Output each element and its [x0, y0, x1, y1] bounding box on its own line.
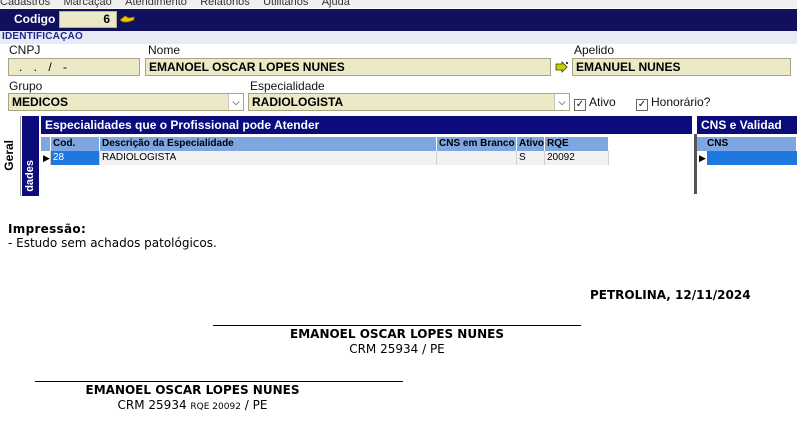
cell-rqe[interactable]: 20092	[545, 151, 609, 165]
rqe-number: RQE 20092	[190, 402, 241, 412]
search-hand-icon[interactable]	[119, 14, 135, 27]
cell-cns[interactable]	[707, 151, 797, 165]
impressao-text: - Estudo sem achados patológicos.	[8, 236, 217, 250]
apelido-field[interactable]: EMANUEL NUNES	[572, 58, 791, 76]
tab-geral[interactable]: Geral	[2, 140, 16, 171]
especialidade-select[interactable]: RADIOLOGISTA ⌵	[248, 93, 570, 111]
grid-title: Especialidades que o Profissional pode A…	[41, 116, 692, 134]
checkmark-icon: ✓	[574, 99, 586, 111]
cnpj-label: CNPJ	[9, 43, 41, 57]
nome-field[interactable]: EMANOEL OSCAR LOPES NUNES	[145, 58, 551, 76]
honorario-checkbox[interactable]: ✓ Honorário?	[636, 95, 710, 111]
menu-ajuda[interactable]: Ajuda	[322, 0, 350, 8]
cnpj-field[interactable]: . . / -	[8, 58, 140, 76]
menu-atendimento[interactable]: Atendimento	[125, 0, 187, 8]
cell-ativo[interactable]: S	[517, 151, 545, 165]
impressao-title: Impressão:	[8, 222, 87, 236]
cell-cod-esp[interactable]: 28	[51, 151, 100, 165]
tab-especialidades[interactable]: dades	[22, 116, 39, 196]
grupo-label: Grupo	[9, 79, 43, 93]
grid-indicator-col	[41, 137, 51, 151]
menu-relatorios[interactable]: Relatórios	[200, 0, 250, 8]
chevron-down-icon[interactable]: ⌵	[228, 94, 243, 110]
signature-crm-2: CRM 25934 RQE 20092 / PE	[35, 398, 350, 412]
cell-cns-branco[interactable]	[437, 151, 517, 165]
col-cod-esp[interactable]: Cod. Esp.	[51, 137, 100, 163]
signature-name-2: EMANOEL OSCAR LOPES NUNES	[85, 383, 300, 397]
row-pointer-icon: ▶	[699, 153, 706, 163]
row-indicator: ▶	[41, 151, 51, 165]
cns-row-indicator: ▶	[697, 151, 707, 165]
col-cns[interactable]: CNS	[697, 137, 797, 151]
col-ativo[interactable]: Ativo	[517, 137, 545, 151]
col-descricao[interactable]: Descrição da Especialidade	[100, 137, 437, 151]
signature-line-2	[35, 381, 403, 382]
menu-cadastros[interactable]: Cadastros	[0, 0, 50, 8]
signature-line-1	[213, 325, 581, 326]
menu-utilitarios[interactable]: Utilitários	[263, 0, 308, 8]
grupo-select[interactable]: MEDICOS ⌵	[8, 93, 244, 111]
city-date: PETROLINA, 12/11/2024	[590, 288, 751, 302]
row-pointer-icon: ▶	[43, 153, 50, 163]
section-identificacao: IDENTIFICAÇÃO	[2, 31, 83, 42]
signature-crm-1: CRM 25934 / PE	[349, 342, 445, 356]
especialidade-label: Especialidade	[250, 79, 325, 93]
col-rqe[interactable]: RQE	[545, 137, 609, 151]
tab-especialidades-label: dades	[24, 160, 36, 192]
apelido-label: Apelido	[574, 43, 615, 57]
codigo-label: Codigo	[14, 12, 56, 26]
col-cns-branco[interactable]: CNS em Branco	[437, 137, 517, 151]
cell-descricao[interactable]: RADIOLOGISTA	[100, 151, 437, 165]
nome-label: Nome	[148, 43, 181, 57]
menu-bar: Cadastros Marcação Atendimento Relatório…	[0, 0, 797, 8]
especialidade-value: RADIOLOGISTA	[252, 95, 344, 109]
signature-name-1: EMANOEL OSCAR LOPES NUNES	[290, 327, 504, 341]
crm-prefix: CRM 25934	[117, 398, 187, 412]
chevron-down-icon[interactable]: ⌵	[554, 94, 569, 110]
ativo-label: Ativo	[589, 95, 616, 109]
ativo-checkbox[interactable]: ✓ Ativo	[574, 95, 616, 111]
crm-suffix: / PE	[244, 398, 268, 412]
codigo-field[interactable]: 6	[59, 11, 117, 28]
grupo-value: MEDICOS	[12, 95, 69, 109]
cns-panel-title: CNS e Validad	[697, 116, 797, 134]
identificacao-band	[0, 31, 797, 44]
copy-arrow-icon[interactable]	[555, 61, 569, 76]
checkmark-icon: ✓	[636, 99, 648, 111]
menu-marcacao[interactable]: Marcação	[63, 0, 111, 8]
honorario-label: Honorário?	[651, 95, 711, 109]
